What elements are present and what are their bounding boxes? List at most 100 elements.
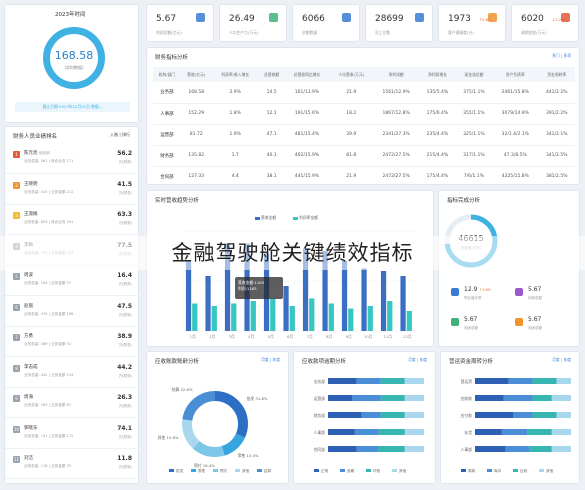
stacked-bar-mark[interactable]: [328, 412, 362, 418]
revenue-note: 截止日期:2023年12月31日 数据...: [15, 102, 130, 112]
stacked-bar-mark[interactable]: [532, 395, 552, 401]
stacked-bar-mark[interactable]: [475, 395, 504, 401]
bar-mark[interactable]: [361, 268, 367, 332]
rank-row[interactable]: 8 李志成 业务总量: 442 | 业务金额 134 44.2 万(财务): [5, 359, 140, 388]
stacked-bar-mark[interactable]: [475, 429, 502, 435]
stacked-bar-mark[interactable]: [505, 446, 530, 452]
kpi-card[interactable]: 5.67 利润总额(亿元): [146, 4, 214, 42]
rank-tabs[interactable]: 入账 | 排行: [110, 132, 130, 138]
rank-row[interactable]: 1 陈元亮 综合部 业务总量: 561 | 综合业务 171 56.2 万(财务): [5, 145, 140, 174]
kpi-card[interactable]: 1973 ↑0.6% 客户满意度(分): [438, 4, 506, 42]
bar-mark[interactable]: [341, 261, 348, 331]
table-row[interactable]: 人事部 152.29 1.8% 12.1 191/15.6% 18.2 1867/12.8%…: [153, 103, 575, 125]
bar-mark[interactable]: [367, 306, 373, 331]
stacked-bar-mark[interactable]: [380, 395, 405, 401]
rank-row[interactable]: 3 王淑娟 业务总量: 633 | 综合业务 201 63.3 万(财务): [5, 206, 140, 235]
bar-mark[interactable]: [205, 276, 211, 331]
table-header[interactable]: 人均营收(万元): [329, 67, 374, 82]
rank-row[interactable]: 2 王晓明 业务总量: 415 | 业务金额 212 41.5 万(财务): [5, 176, 140, 205]
bar-mark[interactable]: [400, 276, 406, 331]
stacked-bar-mark[interactable]: [404, 378, 424, 384]
table-header[interactable]: 营收(亿元): [180, 67, 212, 82]
legend-label: 批发: [176, 468, 184, 473]
bar-mark[interactable]: [289, 306, 295, 331]
rank-row[interactable]: 5 周波 业务总量: 164 | 业务金额 57 16.4 万(财务): [5, 267, 140, 296]
kpi-card[interactable]: 6020 ↓3.2% 逾期应收(万元): [511, 4, 579, 42]
stacked-bar-mark[interactable]: [361, 412, 381, 418]
stacked-bar-mark[interactable]: [404, 429, 424, 435]
table-row[interactable]: 财务部 135.82 1.7 40.1 462/15.9% 81.8 2472/27.5% 2…: [153, 145, 575, 167]
bar-mark[interactable]: [406, 311, 412, 331]
stacked-bar-mark[interactable]: [378, 429, 405, 435]
tab-income[interactable]: 入账: [110, 132, 118, 137]
stacked-bar-mark[interactable]: [475, 412, 514, 418]
stacked-bar-mark[interactable]: [356, 378, 381, 384]
table-cell: 152.29: [180, 103, 212, 125]
rank-row[interactable]: 9 周海 业务总量: 263 | 业务金额 81 26.3 万(财务): [5, 389, 140, 418]
table-row[interactable]: 运营部 81.72 1.9% 47.1 481/15.4% 39.9 2341/27.3% 2…: [153, 124, 575, 146]
bar-mark[interactable]: [231, 303, 237, 332]
table-header[interactable]: 净利润增长: [419, 67, 456, 82]
table-header[interactable]: 总营收同比增长: [284, 67, 330, 82]
kpi-card[interactable]: 26.49 人均生产力(万元): [219, 4, 287, 42]
stacked-bar-mark[interactable]: [556, 378, 571, 384]
kpi-card[interactable]: 6066 总额数量: [292, 4, 360, 42]
tab-rank[interactable]: 排行: [122, 132, 130, 137]
bar-mark[interactable]: [270, 298, 276, 332]
stacked-bar-mark[interactable]: [380, 378, 405, 384]
stacked-bar-mark[interactable]: [354, 429, 379, 435]
table-header[interactable]: 总营收额: [258, 67, 285, 82]
stacked-bar-mark[interactable]: [352, 395, 381, 401]
stacked-bar-mark[interactable]: [328, 395, 352, 401]
bar-mark[interactable]: [387, 301, 393, 331]
bar-mark[interactable]: [348, 308, 354, 332]
stacked-bar-mark[interactable]: [380, 412, 405, 418]
kpi-card[interactable]: 28699 员工总数: [365, 4, 433, 42]
table-header[interactable]: 资金周转率: [538, 67, 575, 82]
stacked-bar-mark[interactable]: [532, 412, 557, 418]
table-header[interactable]: 净利润额: [373, 67, 420, 82]
bar-mark[interactable]: [185, 261, 192, 331]
stacked-bar-mark[interactable]: [551, 446, 571, 452]
stacked-bar-mark[interactable]: [532, 378, 557, 384]
stacked-bar-mark[interactable]: [328, 446, 357, 452]
stacked-bar-mark[interactable]: [551, 395, 571, 401]
stacked-bar-mark[interactable]: [404, 446, 424, 452]
stacked-bar-mark[interactable]: [475, 446, 506, 452]
rank-row[interactable]: 11 刘洁 业务总量: 118 | 业务金额 33 11.8 万(财务): [5, 450, 140, 479]
stacked-bar-mark[interactable]: [356, 446, 378, 452]
stacked-bar-mark[interactable]: [475, 378, 509, 384]
stacked-bar-mark[interactable]: [529, 446, 552, 452]
stacked-bar-mark[interactable]: [503, 395, 533, 401]
bar-mark[interactable]: [250, 301, 256, 331]
stacked-bar-mark[interactable]: [404, 412, 424, 418]
stacked-bar-mark[interactable]: [328, 429, 355, 435]
stacked-bar-mark[interactable]: [556, 412, 571, 418]
bar-mark[interactable]: [192, 303, 198, 332]
table-header[interactable]: 现金流总额: [455, 67, 493, 82]
table-row[interactable]: 合同部 127.33 4.4 38.1 441/15.9% 21.9 2472/27.5% 1…: [153, 166, 575, 188]
stacked-bar-mark[interactable]: [527, 429, 552, 435]
bar-mark[interactable]: [283, 286, 289, 331]
stacked-bar-mark[interactable]: [513, 412, 533, 418]
table-header[interactable]: 资产负债率: [492, 67, 539, 82]
stacked-bar-mark[interactable]: [508, 378, 533, 384]
stacked-bar-mark[interactable]: [501, 429, 528, 435]
bar-mark[interactable]: [211, 306, 217, 331]
table-header[interactable]: 利润率/收入增长: [211, 67, 259, 82]
table-row[interactable]: 业务部 168.58 2.9% 14.5 161/13.9% 21.9 1561/12.9%…: [153, 82, 575, 104]
rank-row[interactable]: 6 赵丽 业务总量: 475 | 业务金额 168 47.5 万(财务): [5, 298, 140, 327]
table-header[interactable]: 机构/部门: [153, 67, 181, 82]
bar-mark[interactable]: [309, 298, 315, 332]
category-label: 人事部: [314, 430, 326, 435]
rank-row[interactable]: 10 郭晓东 业务总量: 741 | 业务金额 172 74.1 万(财务): [5, 420, 140, 449]
stacked-bar-mark[interactable]: [328, 378, 357, 384]
bar-mark[interactable]: [380, 271, 387, 331]
rank-row[interactable]: 7 方勇 业务总量: 389 | 业务金额 92 38.9 万(财务): [5, 328, 140, 357]
stacked-bar-mark[interactable]: [551, 429, 571, 435]
stacked-bar-mark[interactable]: [377, 446, 405, 452]
table-cell: 人事部: [153, 103, 181, 125]
stacked-bar-mark[interactable]: [404, 395, 424, 401]
table-filter[interactable]: 多门 | 多项: [552, 53, 571, 59]
bar-mark[interactable]: [328, 303, 334, 332]
